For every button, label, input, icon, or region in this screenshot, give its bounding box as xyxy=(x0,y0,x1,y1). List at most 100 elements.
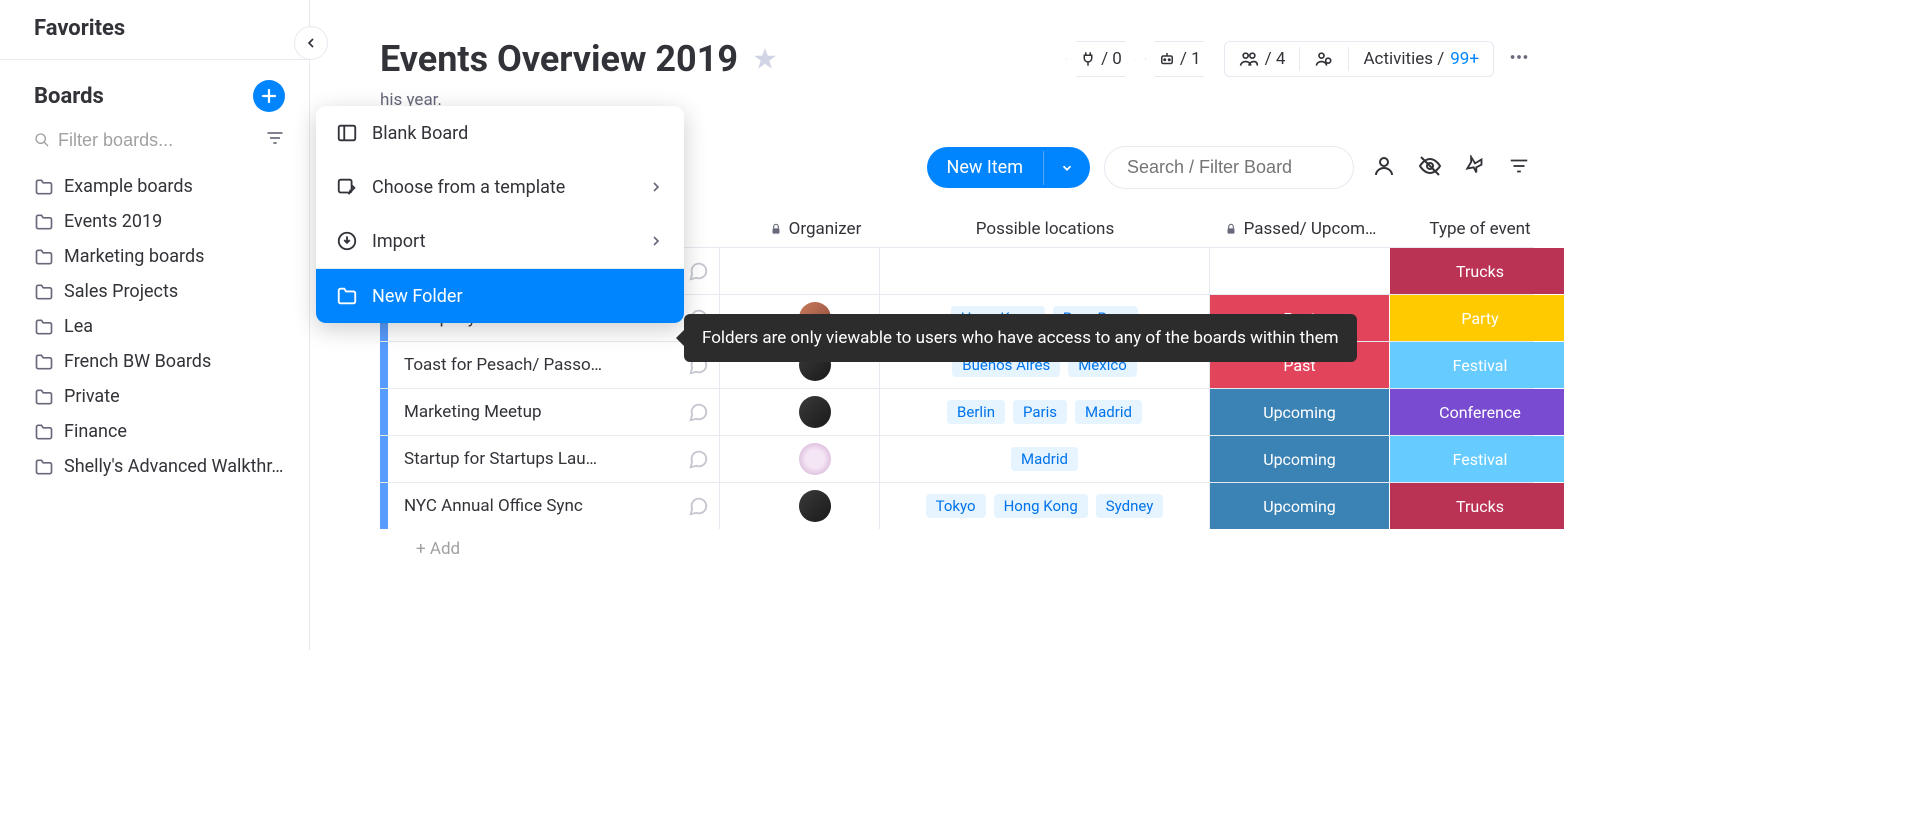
collapse-sidebar-button[interactable] xyxy=(294,26,328,60)
folder-icon xyxy=(34,387,54,407)
folder-icon xyxy=(336,285,358,307)
location-tag[interactable]: Berlin xyxy=(947,400,1005,424)
activities-button[interactable]: Activities / 99+ xyxy=(1349,42,1493,76)
board-item-label: Marketing boards xyxy=(64,246,204,267)
locations-cell[interactable]: Tokyo Hong Kong Sydney xyxy=(880,483,1210,529)
chat-icon[interactable] xyxy=(687,401,709,423)
avatar xyxy=(799,443,831,475)
locations-cell[interactable]: Madrid xyxy=(880,436,1210,482)
favorites-heading: Favorites xyxy=(0,16,309,60)
sidebar-board-item[interactable]: Shelly's Advanced Walkthr… xyxy=(34,450,285,483)
sidebar-board-item[interactable]: Sales Projects xyxy=(34,275,285,308)
table-row[interactable]: Marketing Meetup Berlin Paris Madrid Upcomin… xyxy=(380,388,1534,435)
location-tag[interactable]: Paris xyxy=(1013,400,1067,424)
folder-icon xyxy=(34,247,54,267)
filter-toggle-button[interactable] xyxy=(265,128,285,152)
row-color-stripe xyxy=(380,436,388,482)
sidebar-board-item[interactable]: Example boards xyxy=(34,170,285,203)
location-tag[interactable]: Tokyo xyxy=(926,494,986,518)
star-icon[interactable] xyxy=(752,46,778,72)
filter-boards-input[interactable] xyxy=(58,130,255,151)
column-header-type[interactable]: Type of event xyxy=(1390,219,1564,239)
table-row[interactable]: NYC Annual Office Sync Tokyo Hong Kong Sydn… xyxy=(380,482,1534,529)
row-color-stripe xyxy=(380,342,388,388)
hide-columns-button[interactable] xyxy=(1414,150,1446,186)
filter-icon xyxy=(1508,155,1530,177)
locations-cell[interactable]: Berlin Paris Madrid xyxy=(880,389,1210,435)
item-name-cell[interactable]: Startup for Startups Lau… xyxy=(388,436,720,482)
new-item-button[interactable]: New Item xyxy=(927,147,1091,188)
integrations-badge[interactable]: / 0 xyxy=(1066,41,1135,77)
add-board-button[interactable] xyxy=(253,80,285,112)
board-item-label: French BW Boards xyxy=(64,351,211,372)
status-cell[interactable]: Upcoming xyxy=(1210,389,1390,435)
menu-item-template[interactable]: Choose from a template xyxy=(316,160,684,214)
guests-icon xyxy=(1314,49,1334,69)
location-tag[interactable]: Hong Kong xyxy=(994,494,1088,518)
sidebar-board-item[interactable]: Events 2019 xyxy=(34,205,285,238)
location-tag[interactable]: Madrid xyxy=(1075,400,1142,424)
item-name-cell[interactable]: Toast for Pesach/ Passo… xyxy=(388,342,720,388)
search-icon xyxy=(34,131,50,149)
sidebar-board-item[interactable]: Private xyxy=(34,380,285,413)
chat-icon[interactable] xyxy=(687,495,709,517)
sidebar-board-item[interactable]: Lea xyxy=(34,310,285,343)
type-cell[interactable]: Trucks xyxy=(1390,248,1564,294)
status-cell[interactable]: Upcoming xyxy=(1210,436,1390,482)
board-item-label: Finance xyxy=(64,421,127,442)
folder-icon xyxy=(34,177,54,197)
chevron-down-icon xyxy=(1060,161,1074,175)
organizer-cell[interactable] xyxy=(720,389,880,435)
new-item-dropdown[interactable] xyxy=(1043,151,1090,185)
avatar xyxy=(799,396,831,428)
type-cell[interactable]: Festival xyxy=(1390,342,1564,388)
item-name-cell[interactable]: NYC Annual Office Sync xyxy=(388,483,720,529)
organizer-cell[interactable] xyxy=(720,483,880,529)
members-badge[interactable]: / 4 xyxy=(1225,42,1300,76)
members-count: / 4 xyxy=(1265,49,1286,69)
column-header-organizer[interactable]: Organizer xyxy=(720,219,880,239)
filter-boards-field[interactable] xyxy=(34,130,255,151)
location-tag[interactable]: Madrid xyxy=(1011,447,1078,471)
add-item-row[interactable]: + Add xyxy=(380,529,1534,569)
filter-button[interactable] xyxy=(1504,151,1534,185)
locations-cell[interactable] xyxy=(880,248,1210,294)
table-row[interactable]: Startup for Startups Lau…MadridUpcomingF… xyxy=(380,435,1534,482)
chat-icon[interactable] xyxy=(687,260,709,282)
type-cell[interactable]: Party xyxy=(1390,295,1564,341)
folder-icon xyxy=(34,212,54,232)
status-cell[interactable]: Upcoming xyxy=(1210,483,1390,529)
organizer-cell[interactable] xyxy=(720,436,880,482)
board-item-label: Example boards xyxy=(64,176,193,197)
folder-icon xyxy=(34,457,54,477)
avatar xyxy=(799,490,831,522)
menu-item-new-folder[interactable]: New Folder xyxy=(316,269,684,323)
chat-icon[interactable] xyxy=(687,448,709,470)
column-header-locations[interactable]: Possible locations xyxy=(880,219,1210,239)
sidebar-board-item[interactable]: Finance xyxy=(34,415,285,448)
more-menu-button[interactable] xyxy=(1504,42,1534,76)
robot-icon xyxy=(1158,50,1176,68)
pin-button[interactable] xyxy=(1460,151,1490,185)
boards-heading: Boards xyxy=(34,84,104,109)
organizer-cell[interactable] xyxy=(720,248,880,294)
column-header-status[interactable]: Passed/ Upcom… xyxy=(1210,219,1390,239)
automations-badge[interactable]: / 1 xyxy=(1145,41,1214,77)
sidebar-board-item[interactable]: Marketing boards xyxy=(34,240,285,273)
sidebar-board-item[interactable]: French BW Boards xyxy=(34,345,285,378)
type-cell[interactable]: Festival xyxy=(1390,436,1564,482)
item-name-cell[interactable]: Marketing Meetup xyxy=(388,389,720,435)
menu-item-import[interactable]: Import xyxy=(316,214,684,268)
status-cell[interactable] xyxy=(1210,248,1390,294)
eye-off-icon xyxy=(1418,154,1442,178)
person-filter-button[interactable] xyxy=(1368,150,1400,186)
menu-item-blank-board[interactable]: Blank Board xyxy=(316,106,684,160)
search-board-input[interactable] xyxy=(1104,146,1354,189)
type-cell[interactable]: Conference xyxy=(1390,389,1564,435)
pin-icon xyxy=(1464,155,1486,177)
row-color-stripe xyxy=(380,389,388,435)
import-icon xyxy=(336,230,358,252)
type-cell[interactable]: Trucks xyxy=(1390,483,1564,529)
guests-button[interactable] xyxy=(1300,42,1348,76)
location-tag[interactable]: Sydney xyxy=(1096,494,1164,518)
